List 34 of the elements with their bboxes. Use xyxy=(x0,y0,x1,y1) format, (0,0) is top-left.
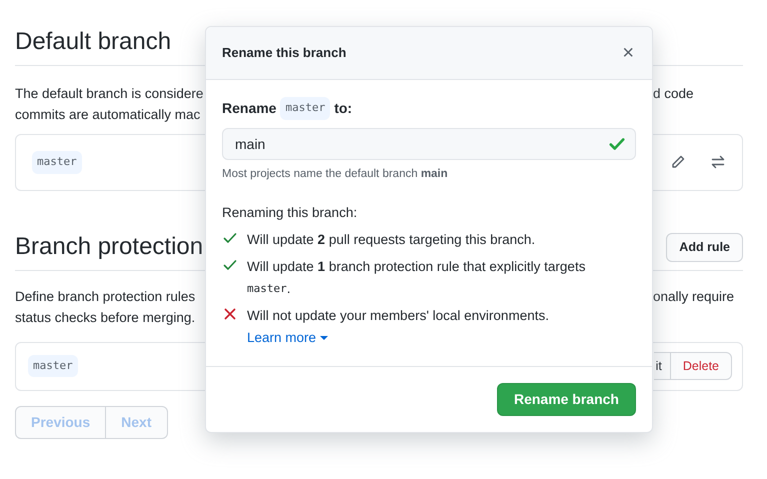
check-icon xyxy=(222,230,238,246)
field-label: Rename xyxy=(222,98,276,118)
branch-name: master xyxy=(280,97,330,120)
list-title: Renaming this branch: xyxy=(222,204,358,222)
branch-name-field[interactable]: main xyxy=(222,128,636,160)
close-button[interactable]: × xyxy=(620,43,636,63)
section-heading: Branch protection xyxy=(15,232,204,262)
rename-branch-button[interactable]: Rename branch xyxy=(496,383,636,416)
item-text: Will update 1 branch protection rule that explicitly targets xyxy=(247,258,586,276)
pencil-icon[interactable] xyxy=(670,154,686,170)
description-text: onally require xyxy=(653,288,736,306)
field-label: to: xyxy=(334,98,352,118)
dialog-title: Rename this branch xyxy=(222,44,346,62)
item-text: . xyxy=(286,280,291,298)
item-text: Will update 2 pull requests targeting this branch. xyxy=(247,231,536,249)
hint-text: Most projects name the default branch main xyxy=(222,166,449,182)
add-rule-button[interactable]: Add rule xyxy=(666,232,743,262)
description-text: d code xyxy=(653,84,695,103)
cross-icon xyxy=(222,306,238,322)
branch-name: master xyxy=(28,354,78,378)
description-text: The default branch is considere xyxy=(15,84,203,103)
item-text: Will not update your members' local environments. xyxy=(247,307,549,325)
caret-icon[interactable] xyxy=(320,334,328,342)
description-text: commits are automatically mac xyxy=(15,106,202,124)
description-text: status checks before merging. xyxy=(15,308,196,327)
check-icon xyxy=(222,257,238,273)
branch-name: master xyxy=(32,151,82,174)
description-text: Define branch protection rules xyxy=(15,288,196,306)
section-heading: Default branch xyxy=(15,28,172,57)
branch-name: master xyxy=(247,281,287,297)
swap-icon[interactable] xyxy=(710,154,726,170)
learn-more-link[interactable]: Learn more xyxy=(247,330,328,345)
delete-button[interactable]: Delete xyxy=(670,352,732,380)
edit-button[interactable]: it xyxy=(654,352,670,380)
